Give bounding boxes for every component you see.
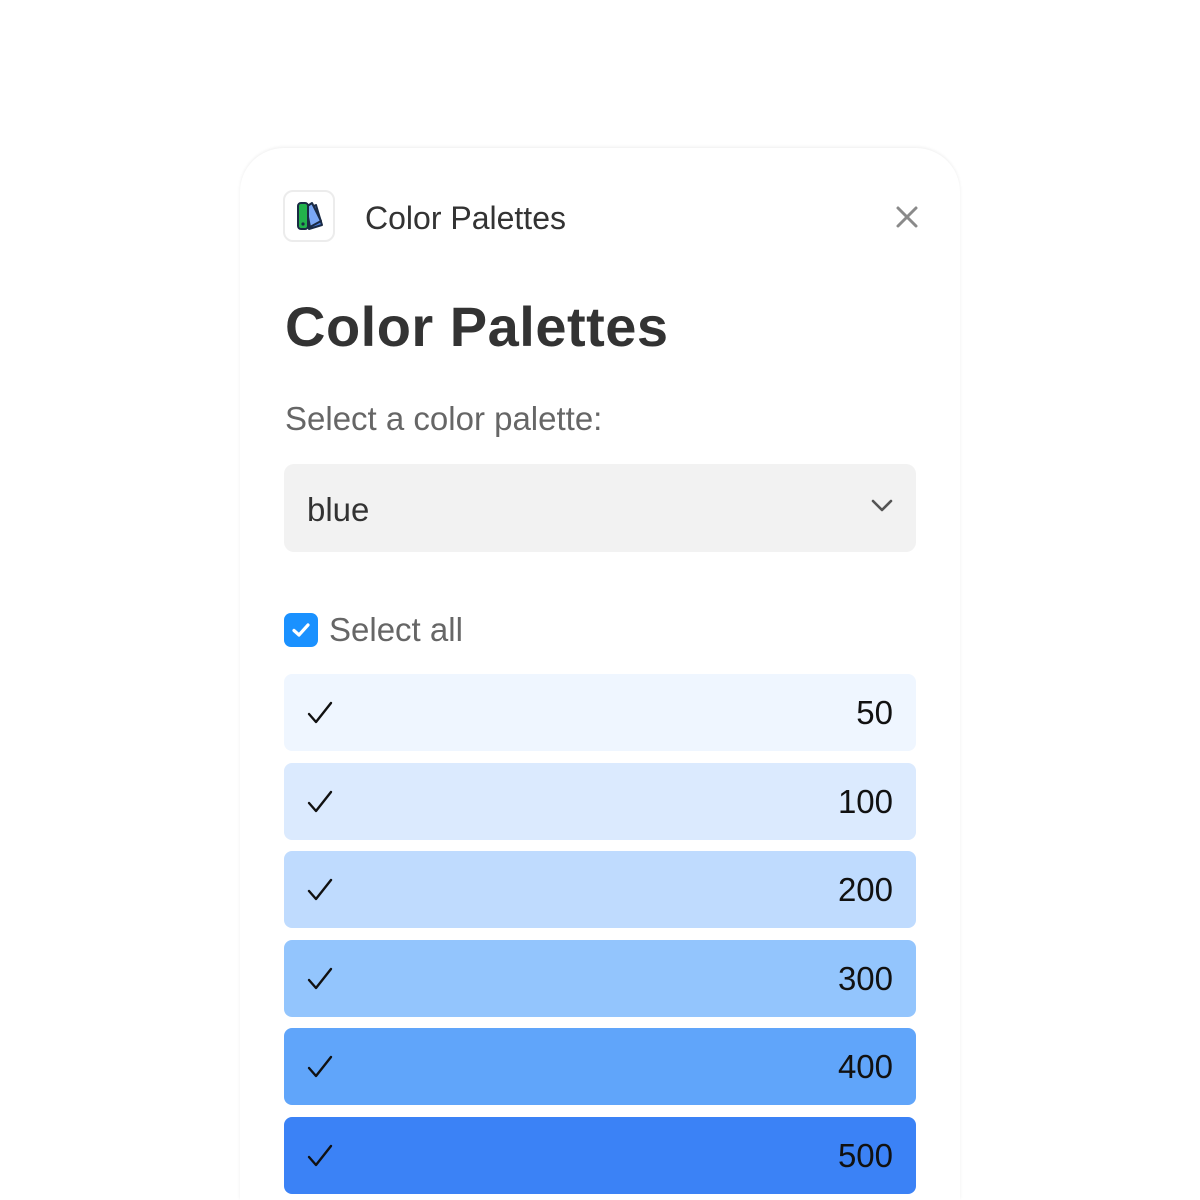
select-all-label: Select all bbox=[329, 611, 463, 648]
page-title: Color Palettes bbox=[285, 295, 669, 358]
shade-label: 300 bbox=[837, 959, 893, 997]
shade-label: 50 bbox=[856, 694, 893, 731]
close-button[interactable] bbox=[890, 200, 924, 234]
palette-select[interactable]: blue bbox=[284, 464, 916, 552]
color-swatch-icon bbox=[283, 190, 335, 242]
check-icon bbox=[307, 1056, 333, 1078]
shade-label: 400 bbox=[837, 1048, 893, 1086]
palette-select-label: Select a color palette: bbox=[285, 400, 603, 437]
check-icon bbox=[307, 790, 333, 812]
header-title: Color Palettes bbox=[365, 200, 566, 236]
select-all-checkbox[interactable] bbox=[284, 613, 318, 647]
check-icon bbox=[307, 1144, 333, 1167]
check-icon bbox=[307, 967, 333, 989]
shade-label: 500 bbox=[837, 1136, 893, 1174]
close-icon bbox=[896, 206, 918, 228]
shade-row-500[interactable]: 500 bbox=[284, 1116, 916, 1194]
shade-list: 50 100 200 300 400 500 bbox=[284, 674, 916, 1200]
shade-row-200[interactable]: 200 bbox=[284, 851, 916, 929]
shade-row-50[interactable]: 50 bbox=[284, 674, 916, 751]
shade-row-300[interactable]: 300 bbox=[284, 939, 916, 1017]
shade-row-100[interactable]: 100 bbox=[284, 762, 916, 840]
chevron-down-icon bbox=[871, 499, 893, 512]
check-icon bbox=[307, 701, 333, 724]
shade-label: 100 bbox=[837, 782, 893, 820]
select-all-option[interactable]: Select all bbox=[284, 610, 463, 650]
check-icon bbox=[307, 878, 333, 901]
palette-select-value: blue bbox=[307, 491, 370, 528]
color-palettes-panel: Color Palettes Color Palettes Select a c… bbox=[240, 148, 960, 1200]
shade-label: 200 bbox=[837, 871, 893, 909]
checkmark-icon bbox=[292, 623, 310, 637]
panel-header: Color Palettes bbox=[240, 148, 960, 288]
shade-row-400[interactable]: 400 bbox=[284, 1028, 916, 1106]
